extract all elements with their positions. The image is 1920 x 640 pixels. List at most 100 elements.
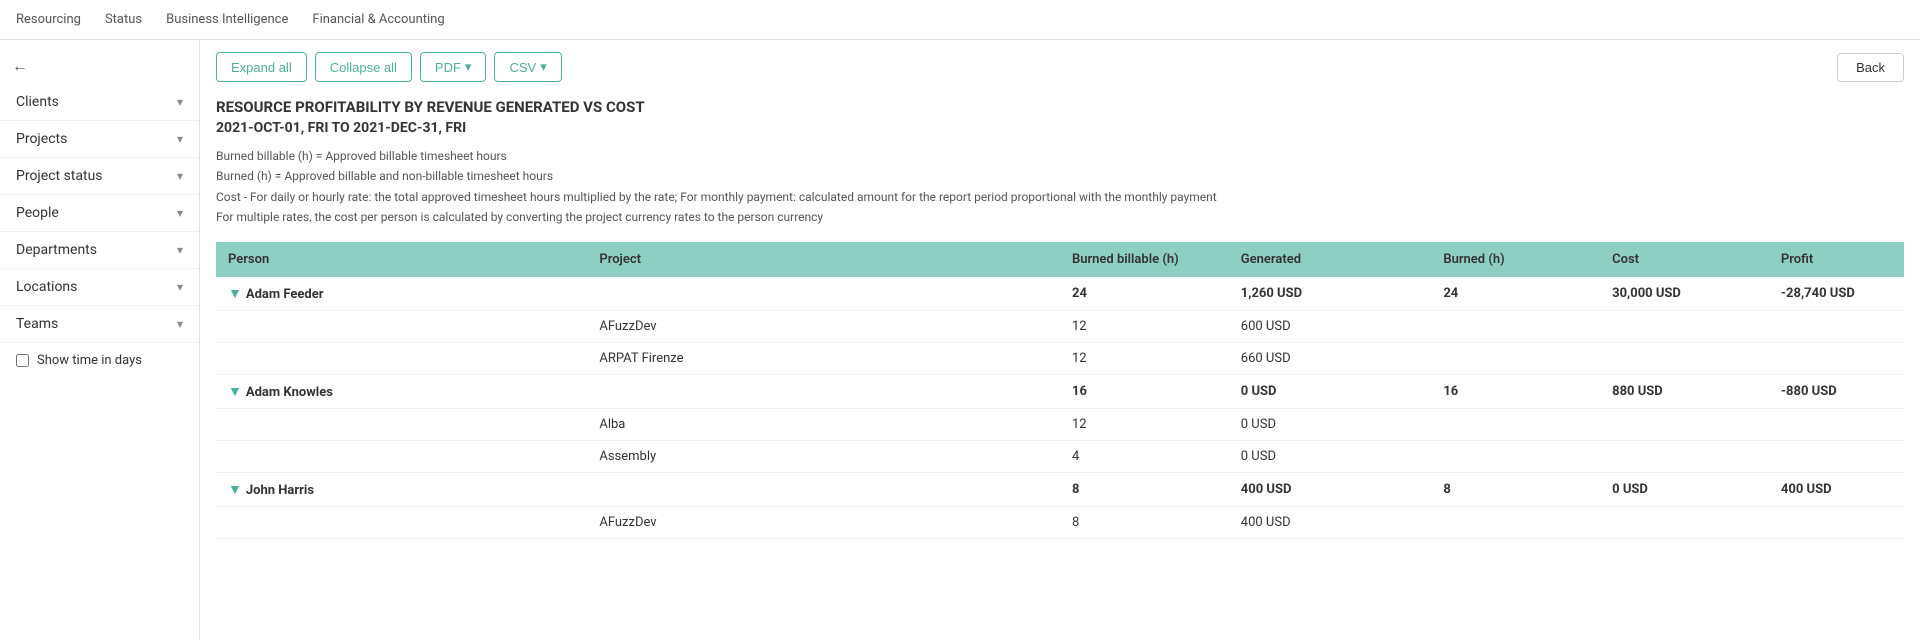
report-title: RESOURCE PROFITABILITY BY REVENUE GENERA… <box>216 98 1904 116</box>
sidebar-teams-label: Teams <box>16 316 58 332</box>
col-header-cost: Cost <box>1600 242 1769 277</box>
report-note-3: Cost - For daily or hourly rate: the tot… <box>216 187 1904 207</box>
table-header-row: Person Project Burned billable (h) Gener… <box>216 242 1904 277</box>
cell-burned-billable: 8 <box>1060 472 1229 506</box>
cell-generated: 1,260 USD <box>1229 277 1432 311</box>
cell-cost <box>1600 506 1769 538</box>
col-header-person: Person <box>216 242 587 277</box>
toolbar: Expand all Collapse all PDF ▾ CSV ▾ Back <box>216 52 1904 82</box>
nav-resourcing[interactable]: Resourcing <box>16 2 81 37</box>
expand-arrow-icon[interactable]: ▼ <box>228 383 242 400</box>
cell-burned: 24 <box>1431 277 1600 311</box>
cell-burned: 8 <box>1431 472 1600 506</box>
cell-cost <box>1600 408 1769 440</box>
cell-burned-billable: 8 <box>1060 506 1229 538</box>
cell-profit: 400 USD <box>1769 472 1904 506</box>
project-row: ARPAT Firenze 12 660 USD <box>216 342 1904 374</box>
projects-chevron-icon: ▾ <box>177 132 183 146</box>
cell-project-name: AFuzzDev <box>587 506 1060 538</box>
report-note-2: Burned (h) = Approved billable and non-b… <box>216 166 1904 186</box>
nav-financial-accounting[interactable]: Financial & Accounting <box>312 2 444 37</box>
cell-profit <box>1769 342 1904 374</box>
back-button[interactable]: Back <box>1837 53 1904 82</box>
cell-project <box>587 374 1060 408</box>
cell-cost: 880 USD <box>1600 374 1769 408</box>
cell-person-name: ▼Adam Feeder <box>216 277 587 311</box>
sidebar-item-clients[interactable]: Clients ▾ <box>0 84 199 121</box>
csv-label: CSV <box>509 60 536 75</box>
sidebar-item-projects[interactable]: Projects ▾ <box>0 121 199 158</box>
sidebar-projects-label: Projects <box>16 131 67 147</box>
nav-status[interactable]: Status <box>105 2 142 37</box>
sidebar-departments-label: Departments <box>16 242 97 258</box>
sidebar-people-label: People <box>16 205 59 221</box>
col-header-generated: Generated <box>1229 242 1432 277</box>
teams-chevron-icon: ▾ <box>177 317 183 331</box>
pdf-button[interactable]: PDF ▾ <box>420 52 487 82</box>
cell-burned <box>1431 440 1600 472</box>
sidebar-item-locations[interactable]: Locations ▾ <box>0 269 199 306</box>
collapse-all-button[interactable]: Collapse all <box>315 52 412 82</box>
report-note-1: Burned billable (h) = Approved billable … <box>216 146 1904 166</box>
cell-burned-billable: 16 <box>1060 374 1229 408</box>
sidebar-locations-label: Locations <box>16 279 77 295</box>
report-notes: Burned billable (h) = Approved billable … <box>216 146 1904 228</box>
cell-profit: -880 USD <box>1769 374 1904 408</box>
cell-cost <box>1600 440 1769 472</box>
cell-project <box>587 277 1060 311</box>
toolbar-left: Expand all Collapse all PDF ▾ CSV ▾ <box>216 52 562 82</box>
show-time-in-days-container[interactable]: Show time in days <box>0 343 199 378</box>
show-time-in-days-label: Show time in days <box>37 353 142 368</box>
expand-arrow-icon[interactable]: ▼ <box>228 285 242 302</box>
departments-chevron-icon: ▾ <box>177 243 183 257</box>
cell-generated: 600 USD <box>1229 310 1432 342</box>
expand-all-button[interactable]: Expand all <box>216 52 307 82</box>
cell-person-name <box>216 506 587 538</box>
nav-business-intelligence[interactable]: Business Intelligence <box>166 2 288 37</box>
cell-burned <box>1431 506 1600 538</box>
cell-project-name: ARPAT Firenze <box>587 342 1060 374</box>
cell-burned-billable: 12 <box>1060 342 1229 374</box>
expand-arrow-icon[interactable]: ▼ <box>228 481 242 498</box>
sidebar: ← Clients ▾ Projects ▾ Project status ▾ … <box>0 40 200 640</box>
cell-generated: 0 USD <box>1229 440 1432 472</box>
sidebar-item-teams[interactable]: Teams ▾ <box>0 306 199 343</box>
sidebar-project-status-label: Project status <box>16 168 103 184</box>
cell-person-name <box>216 440 587 472</box>
col-header-burned: Burned (h) <box>1431 242 1600 277</box>
cell-burned-billable: 12 <box>1060 310 1229 342</box>
pdf-chevron-icon: ▾ <box>465 59 472 75</box>
csv-button[interactable]: CSV ▾ <box>494 52 561 82</box>
cell-person-name: ▼Adam Knowles <box>216 374 587 408</box>
people-chevron-icon: ▾ <box>177 206 183 220</box>
person-row: ▼John Harris 8 400 USD 8 0 USD 400 USD <box>216 472 1904 506</box>
project-row: AFuzzDev 8 400 USD <box>216 506 1904 538</box>
cell-burned <box>1431 408 1600 440</box>
report-header: RESOURCE PROFITABILITY BY REVENUE GENERA… <box>216 98 1904 228</box>
show-time-in-days-checkbox[interactable] <box>16 354 29 367</box>
cell-profit <box>1769 440 1904 472</box>
cell-cost: 30,000 USD <box>1600 277 1769 311</box>
cell-burned: 16 <box>1431 374 1600 408</box>
cell-profit <box>1769 506 1904 538</box>
col-header-profit: Profit <box>1769 242 1904 277</box>
cell-profit: -28,740 USD <box>1769 277 1904 311</box>
cell-generated: 660 USD <box>1229 342 1432 374</box>
project-row: Alba 12 0 USD <box>216 408 1904 440</box>
project-row: Assembly 4 0 USD <box>216 440 1904 472</box>
sidebar-item-people[interactable]: People ▾ <box>0 195 199 232</box>
cell-cost <box>1600 310 1769 342</box>
cell-project <box>587 472 1060 506</box>
sidebar-item-departments[interactable]: Departments ▾ <box>0 232 199 269</box>
cell-person-name <box>216 342 587 374</box>
project-row: AFuzzDev 12 600 USD <box>216 310 1904 342</box>
col-header-project: Project <box>587 242 1060 277</box>
cell-burned-billable: 24 <box>1060 277 1229 311</box>
report-note-4: For multiple rates, the cost per person … <box>216 207 1904 227</box>
back-arrow[interactable]: ← <box>0 48 40 84</box>
cell-project-name: Alba <box>587 408 1060 440</box>
cell-burned-billable: 12 <box>1060 408 1229 440</box>
cell-project-name: Assembly <box>587 440 1060 472</box>
cell-burned <box>1431 310 1600 342</box>
sidebar-item-project-status[interactable]: Project status ▾ <box>0 158 199 195</box>
